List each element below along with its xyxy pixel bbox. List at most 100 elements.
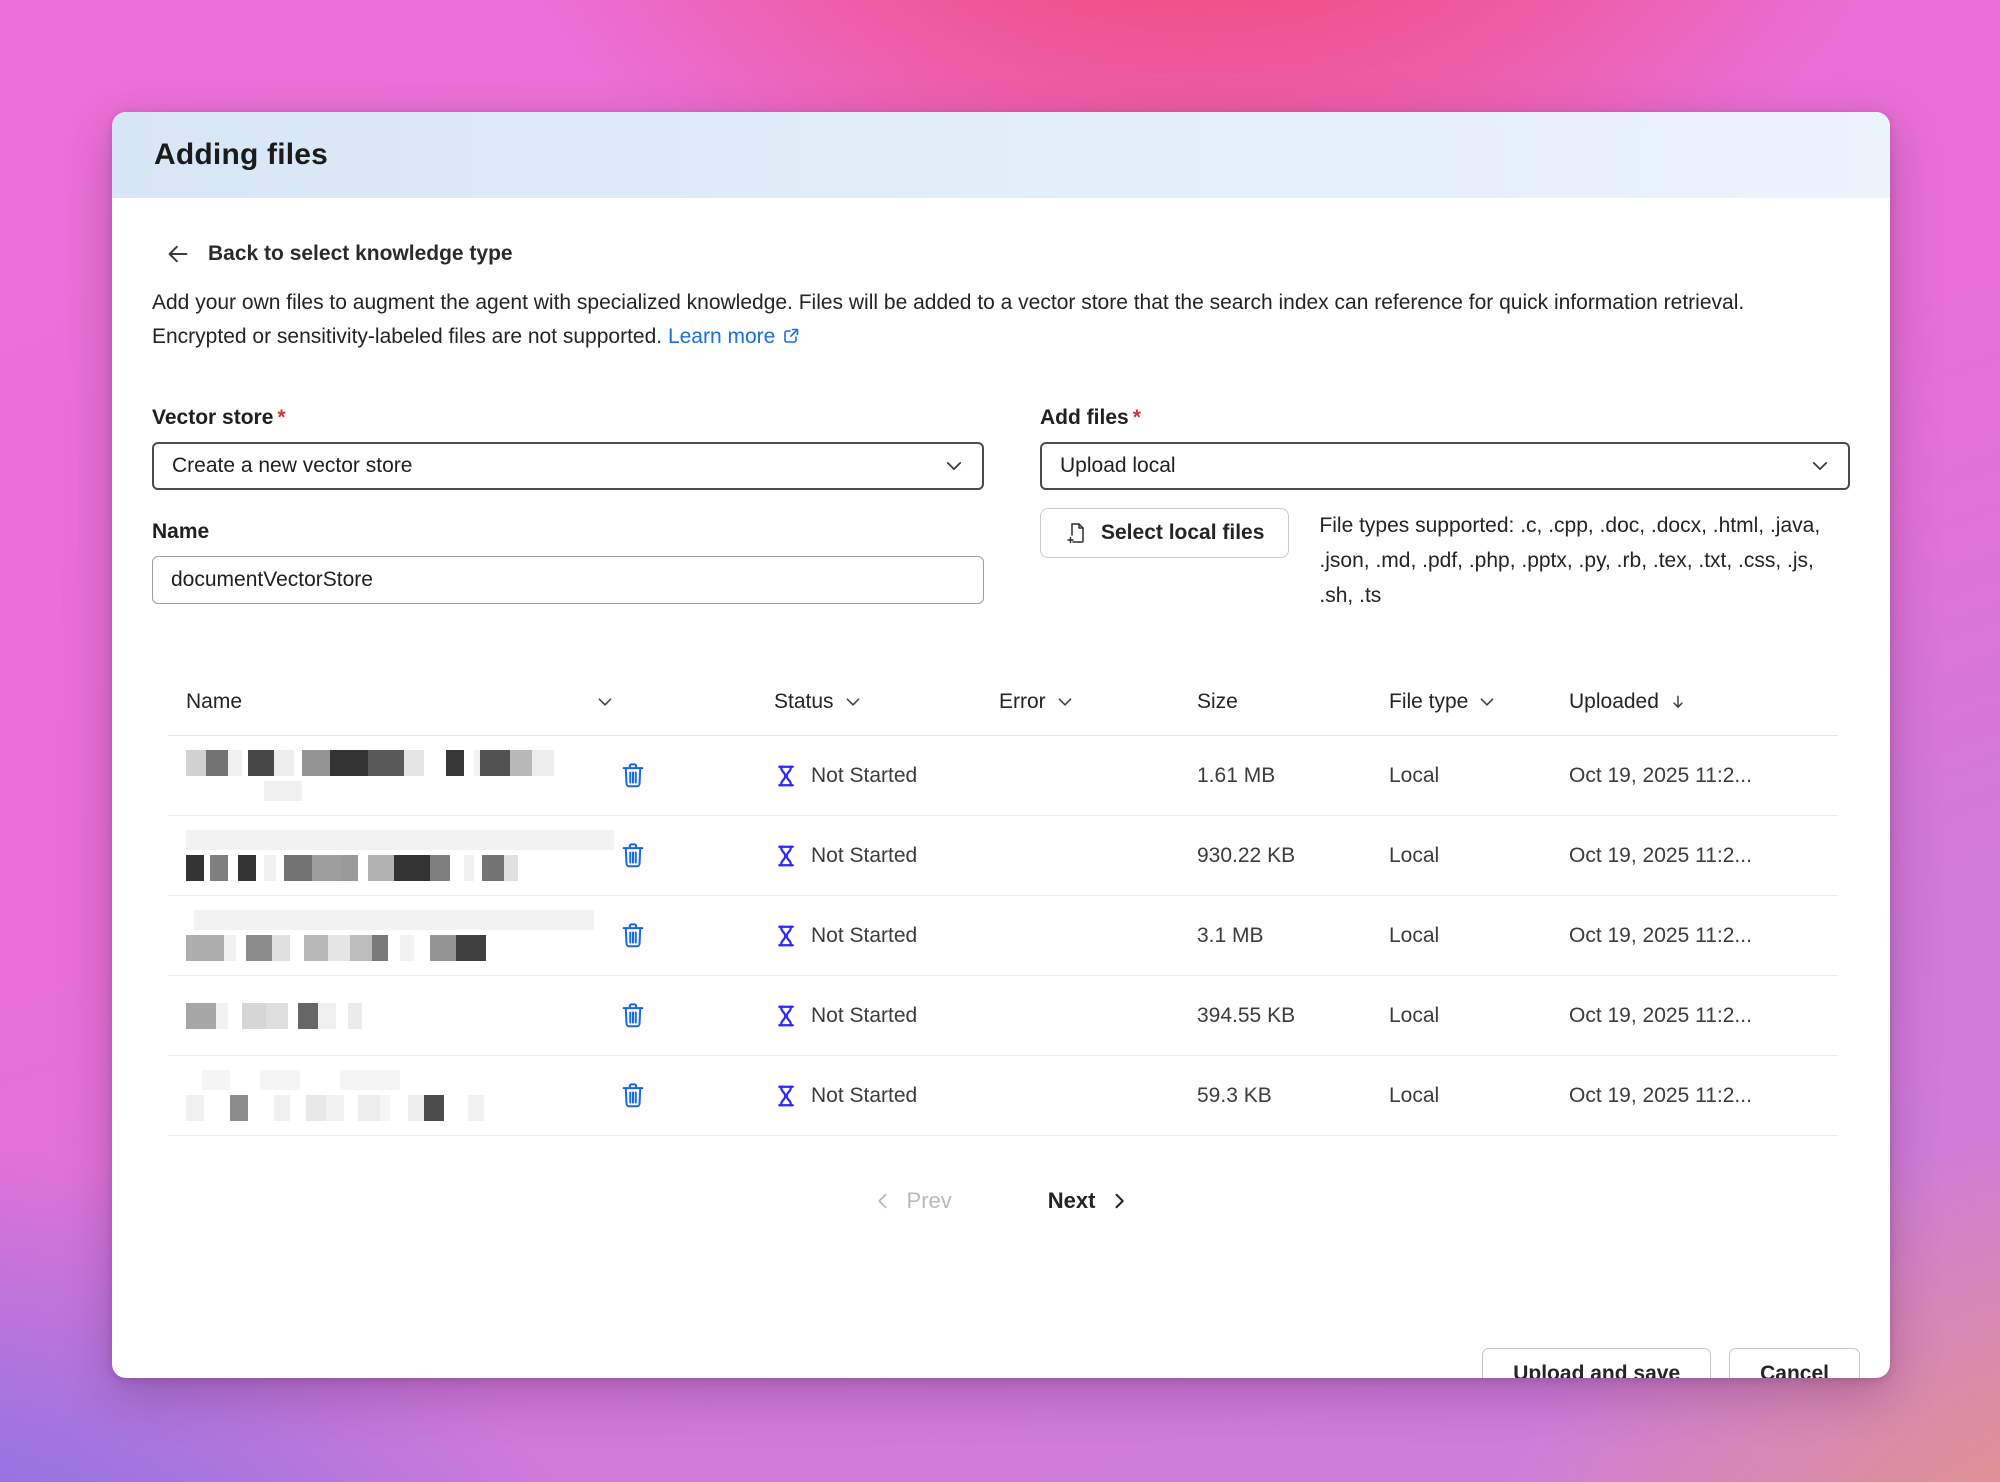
chevron-down-icon: [944, 456, 964, 476]
next-label: Next: [1048, 1188, 1096, 1214]
trash-icon: [618, 920, 648, 950]
status-cell: Not Started: [774, 924, 999, 948]
back-link-label: Back to select knowledge type: [208, 242, 513, 266]
dialog-body: Back to select knowledge type Add your o…: [112, 242, 1890, 1378]
name-label: Name: [152, 520, 984, 544]
hourglass-icon: [774, 1084, 798, 1108]
sort-descending-icon: [1669, 693, 1687, 711]
vector-store-dropdown[interactable]: Create a new vector store: [152, 442, 984, 490]
arrow-left-icon: [166, 242, 190, 266]
chevron-down-icon: [1810, 456, 1830, 476]
chevron-right-icon: [1109, 1191, 1129, 1211]
column-header-file-type[interactable]: File type: [1389, 690, 1569, 714]
file-type-cell: Local: [1389, 844, 1569, 868]
prev-page-button[interactable]: Prev: [873, 1188, 952, 1214]
trash-icon: [618, 1080, 648, 1110]
file-type-cell: Local: [1389, 764, 1569, 788]
file-types-supported-text: File types supported: .c, .cpp, .doc, .d…: [1319, 508, 1850, 613]
uploaded-cell: Oct 19, 2025 11:2...: [1569, 924, 1838, 948]
form: Vector store* Create a new vector store …: [152, 406, 1850, 613]
next-page-button[interactable]: Next: [1048, 1188, 1130, 1214]
files-table: Name Status Error Size File type: [168, 679, 1838, 1136]
table-row: Not Started 394.55 KB Local Oct 19, 2025…: [168, 976, 1838, 1056]
right-column: Add files* Upload local Select local fil…: [1040, 406, 1850, 613]
trash-icon: [618, 840, 648, 870]
column-header-name[interactable]: Name: [168, 690, 614, 714]
add-files-dropdown[interactable]: Upload local: [1040, 442, 1850, 490]
pagination: Prev Next: [152, 1188, 1850, 1214]
file-name-redacted: [168, 1070, 614, 1121]
row-actions: [614, 1076, 774, 1116]
table-row: Not Started 3.1 MB Local Oct 19, 2025 11…: [168, 896, 1838, 976]
column-header-status[interactable]: Status: [774, 690, 999, 714]
file-type-cell: Local: [1389, 1084, 1569, 1108]
select-local-files-button[interactable]: Select local files: [1040, 508, 1289, 558]
status-cell: Not Started: [774, 1004, 999, 1028]
adding-files-dialog: Adding files Back to select knowledge ty…: [112, 112, 1890, 1378]
vector-store-label: Vector store*: [152, 406, 984, 430]
prev-label: Prev: [907, 1188, 952, 1214]
delete-file-button[interactable]: [614, 836, 652, 874]
cancel-button[interactable]: Cancel: [1729, 1348, 1860, 1378]
table-row: Not Started 1.61 MB Local Oct 19, 2025 1…: [168, 736, 1838, 816]
external-link-icon[interactable]: [781, 323, 801, 343]
description-line1: Add your own files to augment the agent …: [152, 291, 1744, 314]
hourglass-icon: [774, 924, 798, 948]
status-text: Not Started: [811, 924, 917, 948]
trash-icon: [618, 1000, 648, 1030]
hourglass-icon: [774, 1004, 798, 1028]
chevron-down-icon[interactable]: [1478, 693, 1496, 711]
status-cell: Not Started: [774, 1084, 999, 1108]
status-cell: Not Started: [774, 844, 999, 868]
status-text: Not Started: [811, 1004, 917, 1028]
size-cell: 930.22 KB: [1197, 844, 1389, 868]
add-files-value: Upload local: [1060, 454, 1176, 478]
table-body: Not Started 1.61 MB Local Oct 19, 2025 1…: [168, 736, 1838, 1136]
table-header-row: Name Status Error Size File type: [168, 679, 1838, 725]
add-files-label: Add files*: [1040, 406, 1850, 430]
column-header-uploaded[interactable]: Uploaded: [1569, 690, 1838, 714]
description-line2: Encrypted or sensitivity-labeled files a…: [152, 325, 662, 348]
column-header-size[interactable]: Size: [1197, 690, 1389, 714]
file-name-redacted: [168, 910, 614, 961]
hourglass-icon: [774, 764, 798, 788]
status-text: Not Started: [811, 844, 917, 868]
uploaded-cell: Oct 19, 2025 11:2...: [1569, 1084, 1838, 1108]
delete-file-button[interactable]: [614, 1076, 652, 1114]
description-text: Add your own files to augment the agent …: [152, 286, 1850, 354]
vector-store-name-input[interactable]: [152, 556, 984, 604]
status-text: Not Started: [811, 1084, 917, 1108]
size-cell: 1.61 MB: [1197, 764, 1389, 788]
delete-file-button[interactable]: [614, 916, 652, 954]
column-header-error[interactable]: Error: [999, 690, 1197, 714]
upload-and-save-button[interactable]: Upload and save: [1482, 1348, 1711, 1378]
document-add-icon: [1065, 521, 1089, 545]
chevron-down-icon[interactable]: [844, 693, 862, 711]
required-asterisk: *: [1133, 406, 1141, 429]
chevron-down-icon[interactable]: [1056, 693, 1074, 711]
delete-file-button[interactable]: [614, 756, 652, 794]
chevron-down-icon[interactable]: [596, 693, 614, 711]
row-actions: [614, 836, 774, 876]
dialog-footer: Upload and save Cancel: [1482, 1348, 1860, 1378]
uploaded-cell: Oct 19, 2025 11:2...: [1569, 764, 1838, 788]
left-column: Vector store* Create a new vector store …: [152, 406, 984, 613]
select-local-files-label: Select local files: [1101, 521, 1264, 545]
size-cell: 3.1 MB: [1197, 924, 1389, 948]
required-asterisk: *: [277, 406, 285, 429]
size-cell: 394.55 KB: [1197, 1004, 1389, 1028]
table-row: Not Started 59.3 KB Local Oct 19, 2025 1…: [168, 1056, 1838, 1136]
file-type-cell: Local: [1389, 1004, 1569, 1028]
dialog-header: Adding files: [112, 112, 1890, 198]
file-name-redacted: [168, 750, 614, 801]
status-cell: Not Started: [774, 764, 999, 788]
row-actions: [614, 996, 774, 1036]
trash-icon: [618, 760, 648, 790]
learn-more-link[interactable]: Learn more: [668, 325, 775, 348]
uploaded-cell: Oct 19, 2025 11:2...: [1569, 844, 1838, 868]
file-name-redacted: [168, 830, 614, 881]
file-name-redacted: [168, 1003, 614, 1029]
back-link[interactable]: Back to select knowledge type: [166, 242, 513, 266]
delete-file-button[interactable]: [614, 996, 652, 1034]
table-row: Not Started 930.22 KB Local Oct 19, 2025…: [168, 816, 1838, 896]
